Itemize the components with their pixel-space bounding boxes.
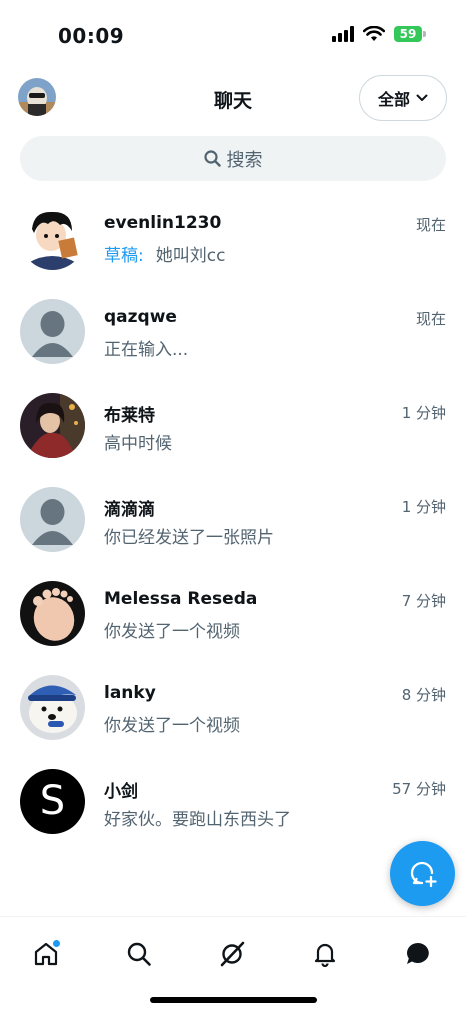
- default-avatar: [20, 487, 85, 552]
- chat-time: 1 分钟: [401, 498, 446, 516]
- chat-time: 7 分钟: [401, 592, 446, 610]
- chat-name: 滴滴滴: [104, 500, 155, 520]
- messages-icon: [406, 943, 429, 964]
- battery-icon: 59: [394, 26, 426, 42]
- chat-name: 小剑: [104, 782, 138, 802]
- chat-row[interactable]: 滴滴滴 1 分钟 你已经发送了一张照片: [0, 478, 466, 572]
- filter-dropdown[interactable]: 全部: [359, 75, 447, 121]
- draft-label: 草稿:: [104, 246, 144, 266]
- chat-preview: 正在输入...: [104, 340, 189, 360]
- home-indicator: [150, 997, 317, 1003]
- filter-label: 全部: [377, 90, 410, 109]
- nav-home[interactable]: [23, 931, 69, 977]
- status-time: 00:09: [58, 24, 125, 48]
- cellular-signal-icon: [332, 26, 354, 42]
- chat-time: 1 分钟: [401, 404, 446, 422]
- nav-messages[interactable]: [395, 931, 441, 977]
- search-icon: [127, 942, 151, 966]
- chat-row[interactable]: 布莱特 1 分钟 高中时候: [0, 384, 466, 478]
- chat-name: evenlin1230: [104, 213, 222, 233]
- status-bar: 00:09 59: [0, 0, 466, 76]
- search-placeholder: 搜索: [226, 149, 263, 171]
- chat-row[interactable]: Melessa Reseda 7 分钟 你发送了一个视频: [0, 572, 466, 666]
- chat-row[interactable]: evenlin1230 现在 草稿: 她叫刘cc: [0, 196, 466, 290]
- header: 聊天 全部: [0, 75, 466, 126]
- bell-icon: [314, 943, 336, 967]
- chevron-down-icon: [416, 94, 428, 101]
- avatar: S: [20, 769, 85, 834]
- nav-grok[interactable]: [209, 931, 255, 977]
- avatar: [20, 393, 85, 458]
- chat-name: Melessa Reseda: [104, 589, 258, 609]
- chat-time: 现在: [415, 216, 446, 234]
- chat-time: 现在: [415, 310, 446, 328]
- grok-icon: [220, 941, 245, 967]
- battery-level: 59: [394, 26, 422, 42]
- svg-text:S: S: [40, 778, 65, 824]
- notification-dot: [53, 940, 60, 947]
- chat-list: evenlin1230 现在 草稿: 她叫刘cc qazqwe 现在 正在输入..…: [0, 196, 466, 854]
- chat-preview: 草稿: 她叫刘cc: [104, 241, 225, 266]
- chat-row[interactable]: qazqwe 现在 正在输入...: [0, 290, 466, 384]
- search-icon: [203, 150, 221, 167]
- wifi-icon: [363, 26, 385, 41]
- avatar: [20, 581, 85, 646]
- chat-name: qazqwe: [104, 307, 177, 327]
- default-avatar: [20, 299, 85, 364]
- chat-name: 布莱特: [104, 406, 155, 426]
- draft-text: 她叫刘cc: [155, 246, 226, 266]
- profile-avatar[interactable]: [18, 78, 56, 116]
- nav-search[interactable]: [116, 931, 162, 977]
- chat-time: 57 分钟: [392, 780, 446, 798]
- chat-preview: 你发送了一个视频: [104, 716, 240, 736]
- search-input[interactable]: 搜索: [20, 136, 446, 181]
- avatar: [20, 675, 85, 740]
- chat-name: lanky: [104, 683, 156, 703]
- status-icons: 59: [332, 26, 426, 42]
- new-chat-icon: [410, 861, 437, 887]
- nav-notifications[interactable]: [302, 931, 348, 977]
- new-message-button[interactable]: [390, 841, 455, 906]
- chat-preview: 高中时候: [104, 434, 172, 454]
- chat-preview: 你已经发送了一张照片: [104, 528, 274, 548]
- chat-time: 8 分钟: [401, 686, 446, 704]
- chat-row[interactable]: lanky 8 分钟 你发送了一个视频: [0, 666, 466, 760]
- chat-preview: 好家伙。要跑山东西头了: [104, 810, 291, 830]
- chat-preview: 你发送了一个视频: [104, 622, 240, 642]
- avatar: [20, 205, 85, 270]
- chat-row[interactable]: S 小剑 57 分钟 好家伙。要跑山东西头了: [0, 760, 466, 854]
